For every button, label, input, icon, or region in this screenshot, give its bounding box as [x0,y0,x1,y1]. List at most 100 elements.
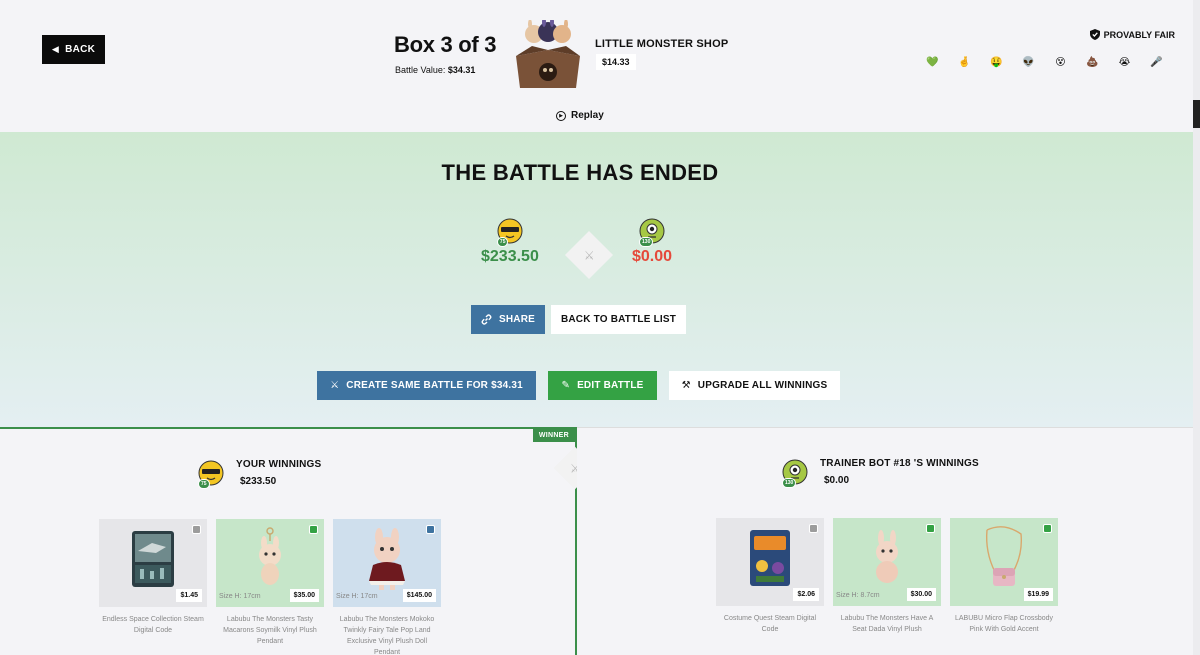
rarity-indicator [192,525,201,534]
versus-divider: ⚔ [564,230,614,280]
opponent-winnings-header: 130 TRAINER BOT #18 'S WINNINGS $0.00 [782,458,979,488]
crossed-swords-icon: ⚔ [330,380,340,391]
opponent-winnings-panel: 130 TRAINER BOT #18 'S WINNINGS $0.00 $2… [577,427,1193,655]
provably-fair-link[interactable]: PROVABLY FAIR [1089,29,1175,40]
battle-value: Battle Value: $34.31 [395,65,475,75]
microphone-emoji-button[interactable]: 🎤 [1148,54,1165,71]
back-to-battle-list-label: BACK TO BATTLE LIST [560,314,677,325]
winning-item[interactable]: $2.06 Costume Quest Steam Digital Code [716,518,824,635]
back-to-battle-list-button[interactable]: BACK TO BATTLE LIST [551,305,686,334]
replay-button[interactable]: ▶ Replay [556,110,604,121]
item-card: $19.99 [950,518,1058,606]
money-face-emoji-button[interactable]: 🤑 [988,54,1005,71]
item-price: $2.06 [793,588,819,601]
page-scrollbar[interactable] [1193,0,1200,655]
create-same-battle-label: CREATE SAME BATTLE FOR $34.31 [346,380,523,391]
item-price: $35.00 [289,589,319,602]
item-size: Size H: 8.7cm [836,592,880,599]
upgrade-all-winnings-button[interactable]: ⚒ UPGRADE ALL WINNINGS [669,371,840,400]
item-card: Size H: 17cm $35.00 [216,519,324,607]
play-icon: ▶ [556,110,566,121]
dizzy-face-emoji-button[interactable]: 😵 [1052,54,1069,71]
edit-battle-label: EDIT BATTLE [577,380,644,391]
item-price: $19.99 [1023,588,1053,601]
create-same-battle-button[interactable]: ⚔ CREATE SAME BATTLE FOR $34.31 [317,371,536,400]
emoji-reactions: 💚 🤞 🤑 👽 😵 💩 😭 🎤 [924,54,1165,71]
your-level-badge: 75 [198,479,210,489]
item-price: $145.00 [402,589,436,602]
your-winnings-header: 75 YOUR WINNINGS $233.50 [198,459,322,489]
item-name: LABUBU Micro Flap Crossbody Pink With Go… [954,615,1054,633]
opponent-winnings-amount: $0.00 [824,475,850,486]
upgrade-all-winnings-label: UPGRADE ALL WINNINGS [697,380,828,391]
item-card: Size H: 8.7cm $30.00 [833,518,941,606]
your-winnings-title: YOUR WINNINGS [236,459,322,470]
alien-emoji-button[interactable]: 👽 [1020,54,1037,71]
poop-emoji-button[interactable]: 💩 [1084,54,1101,71]
winning-item[interactable]: $1.45 Endless Space Collection Steam Dig… [99,519,207,655]
player-one-level-badge: 75 [496,237,509,247]
your-avatar: 75 [198,460,224,489]
link-icon [481,314,492,325]
battle-value-amount: $34.31 [447,65,476,75]
pencil-icon: ✎ [561,380,571,391]
endless-space-cover-image [132,531,174,587]
crossed-swords-icon: ⚔ [583,247,595,262]
item-name: Labubu The Monsters Mokoko Twinkly Fairy… [339,616,435,655]
back-button[interactable]: ◀ BACK [42,35,105,64]
rarity-indicator [926,524,935,533]
labubu-pendant-image [259,527,281,585]
hammer-icon: ⚒ [681,380,691,391]
item-card: Size H: 17cm $145.00 [333,519,441,607]
winner-tag: WINNER [532,429,575,442]
battle-value-label: Battle Value: [395,65,446,75]
winning-item[interactable]: Size H: 8.7cm $30.00 Labubu The Monsters… [833,518,941,635]
opponent-level-badge: 130 [782,478,797,488]
item-size: Size H: 17cm [336,593,378,600]
box-title: Box 3 of 3 [394,32,497,57]
item-name: Labubu The Monsters Have A Seat Dada Vin… [840,615,934,633]
rarity-indicator [309,525,318,534]
player-two-level-badge: 130 [639,237,654,247]
item-name: Costume Quest Steam Digital Code [723,615,817,633]
crossed-fingers-emoji-button[interactable]: 🤞 [956,54,973,71]
opponent-avatar: 130 [782,459,808,488]
green-heart-emoji-button[interactable]: 💚 [924,54,941,71]
opponent-winnings-title: TRAINER BOT #18 'S WINNINGS [820,458,979,469]
chevron-left-icon: ◀ [51,44,60,54]
edit-battle-button[interactable]: ✎ EDIT BATTLE [548,371,657,400]
winning-item[interactable]: Size H: 17cm $145.00 Labubu The Monsters… [333,519,441,655]
player-one-amount: $233.50 [481,248,539,265]
costume-quest-cover-image [750,530,790,586]
player-one-result: 75 $233.50 [481,218,539,266]
player-two-amount: $0.00 [632,248,673,265]
item-price: $30.00 [906,588,936,601]
winning-item[interactable]: $19.99 LABUBU Micro Flap Crossbody Pink … [950,518,1058,635]
item-name: Endless Space Collection Steam Digital C… [102,616,204,634]
replay-label: Replay [571,110,604,121]
opponent-winnings-items: $2.06 Costume Quest Steam Digital Code S… [716,518,1058,635]
labubu-seat-plush-image [876,530,898,583]
crying-face-emoji-button[interactable]: 😭 [1116,54,1133,71]
item-card: $2.06 [716,518,824,606]
provably-fair-label: PROVABLY FAIR [1103,29,1175,40]
share-button-label: SHARE [498,314,535,325]
winning-item[interactable]: Size H: 17cm $35.00 Labubu The Monsters … [216,519,324,655]
back-button-label: BACK [65,44,96,55]
shop-name: LITTLE MONSTER SHOP [595,38,729,50]
share-button[interactable]: SHARE [471,305,545,334]
labubu-fairy-doll-image [369,528,405,590]
crossbody-bag-image [985,526,1023,586]
item-price: $1.45 [176,589,202,602]
player-two-avatar: 130 [639,218,665,247]
item-card: $1.45 [99,519,207,607]
scrollbar-thumb[interactable] [1193,100,1200,128]
rarity-indicator [1043,524,1052,533]
player-one-avatar: 75 [496,218,523,247]
shop-price: $14.33 [596,54,636,70]
your-winnings-panel: WINNER 75 YOUR WINNINGS $233.50 $1.45 En… [0,427,577,655]
your-winnings-amount: $233.50 [240,476,277,487]
item-name: Labubu The Monsters Tasty Macarons Soymi… [223,616,317,645]
shield-check-icon [1089,29,1100,40]
top-bar: ◀ BACK Box 3 of 3 Battle Value: $34.31 L… [0,0,1200,132]
